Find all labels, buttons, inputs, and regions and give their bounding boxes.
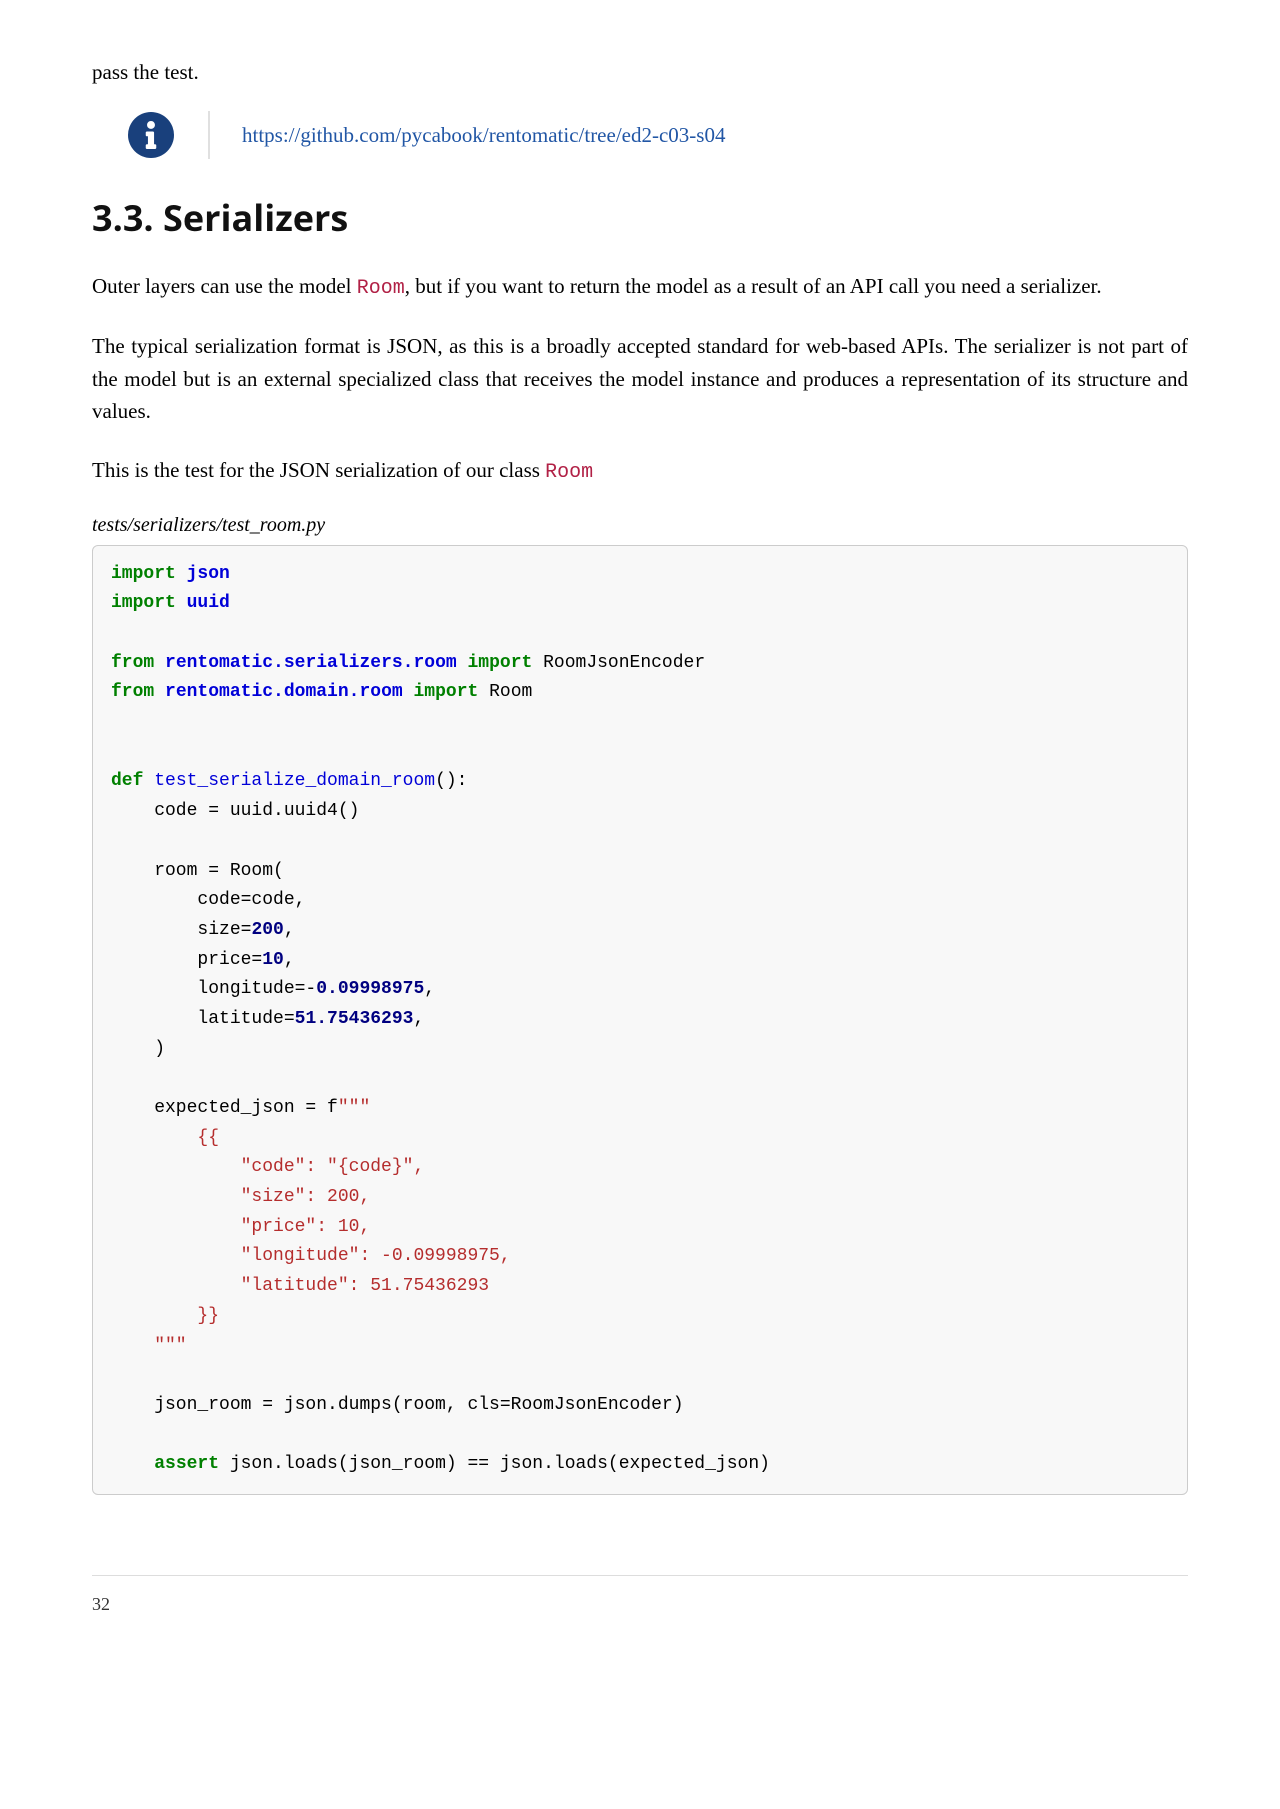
kw-import: import — [413, 682, 478, 702]
para1-text-a: Outer layers can use the model — [92, 274, 357, 298]
paragraph-3: This is the test for the JSON serializat… — [92, 454, 1188, 488]
code-line: json.loads(json_room) == json.loads(expe… — [219, 1454, 770, 1474]
code-line: room = Room( — [111, 861, 284, 881]
code-line: , — [413, 1009, 424, 1029]
kw-from: from — [111, 682, 154, 702]
code-listing-title: tests/serializers/test_room.py — [92, 514, 1188, 537]
footer-divider: 32 — [92, 1575, 1188, 1615]
github-link[interactable]: https://github.com/pycabook/rentomatic/t… — [242, 123, 725, 148]
num: 200 — [251, 920, 283, 940]
code-line: latitude= — [111, 1009, 295, 1029]
str: "size": 200, — [111, 1187, 370, 1207]
page-number: 32 — [92, 1594, 110, 1614]
inline-code-room-2: Room — [545, 461, 593, 484]
mod-uuid: uuid — [187, 593, 230, 613]
num: 10 — [262, 950, 284, 970]
import-name: Room — [478, 682, 532, 702]
leading-text: pass the test. — [92, 60, 1188, 85]
fn-parens: (): — [435, 771, 467, 791]
code-line: , — [284, 950, 295, 970]
str: }} — [111, 1306, 219, 1326]
para1-text-b: , but if you want to return the model as… — [405, 274, 1102, 298]
fn-name: test_serialize_domain_room — [154, 771, 435, 791]
code-line: code=code, — [111, 890, 305, 910]
code-line: ) — [111, 1039, 165, 1059]
str: "code": "{code}", — [111, 1157, 424, 1177]
str: "latitude": 51.75436293 — [111, 1276, 489, 1296]
paragraph-1: Outer layers can use the model Room, but… — [92, 270, 1188, 304]
str: {{ — [111, 1128, 219, 1148]
inline-code-room: Room — [357, 277, 405, 300]
info-icon — [128, 112, 174, 158]
section-heading: 3.3. Serializers — [92, 193, 1188, 242]
kw-from: from — [111, 653, 154, 673]
code-line: code = uuid.uuid4() — [111, 801, 359, 821]
num: 51.75436293 — [295, 1009, 414, 1029]
info-divider — [208, 111, 210, 159]
mod-json: json — [187, 564, 230, 584]
code-line: , — [424, 979, 435, 999]
code-line: , — [284, 920, 295, 940]
str: """ — [338, 1098, 370, 1118]
para3-text-a: This is the test for the JSON serializat… — [92, 458, 545, 482]
num: 0.09998975 — [316, 979, 424, 999]
code-line: json_room = json.dumps(room, cls=RoomJso… — [111, 1395, 684, 1415]
kw-import: import — [111, 593, 176, 613]
str: """ — [111, 1336, 187, 1356]
code-line: size= — [111, 920, 251, 940]
code-line: longitude=- — [111, 979, 316, 999]
mod-path: rentomatic.serializers.room — [165, 653, 457, 673]
kw-import: import — [468, 653, 533, 673]
info-callout: https://github.com/pycabook/rentomatic/t… — [92, 109, 1188, 161]
kw-import: import — [111, 564, 176, 584]
paragraph-2: The typical serialization format is JSON… — [92, 330, 1188, 428]
code-line: price= — [111, 950, 262, 970]
kw-assert: assert — [154, 1454, 219, 1474]
import-name: RoomJsonEncoder — [532, 653, 705, 673]
mod-path: rentomatic.domain.room — [165, 682, 403, 702]
code-line: expected_json = f — [111, 1098, 338, 1118]
str: "price": 10, — [111, 1217, 370, 1237]
kw-def: def — [111, 771, 143, 791]
str: "longitude": -0.09998975, — [111, 1246, 511, 1266]
code-listing: import json import uuid from rentomatic.… — [92, 545, 1188, 1495]
